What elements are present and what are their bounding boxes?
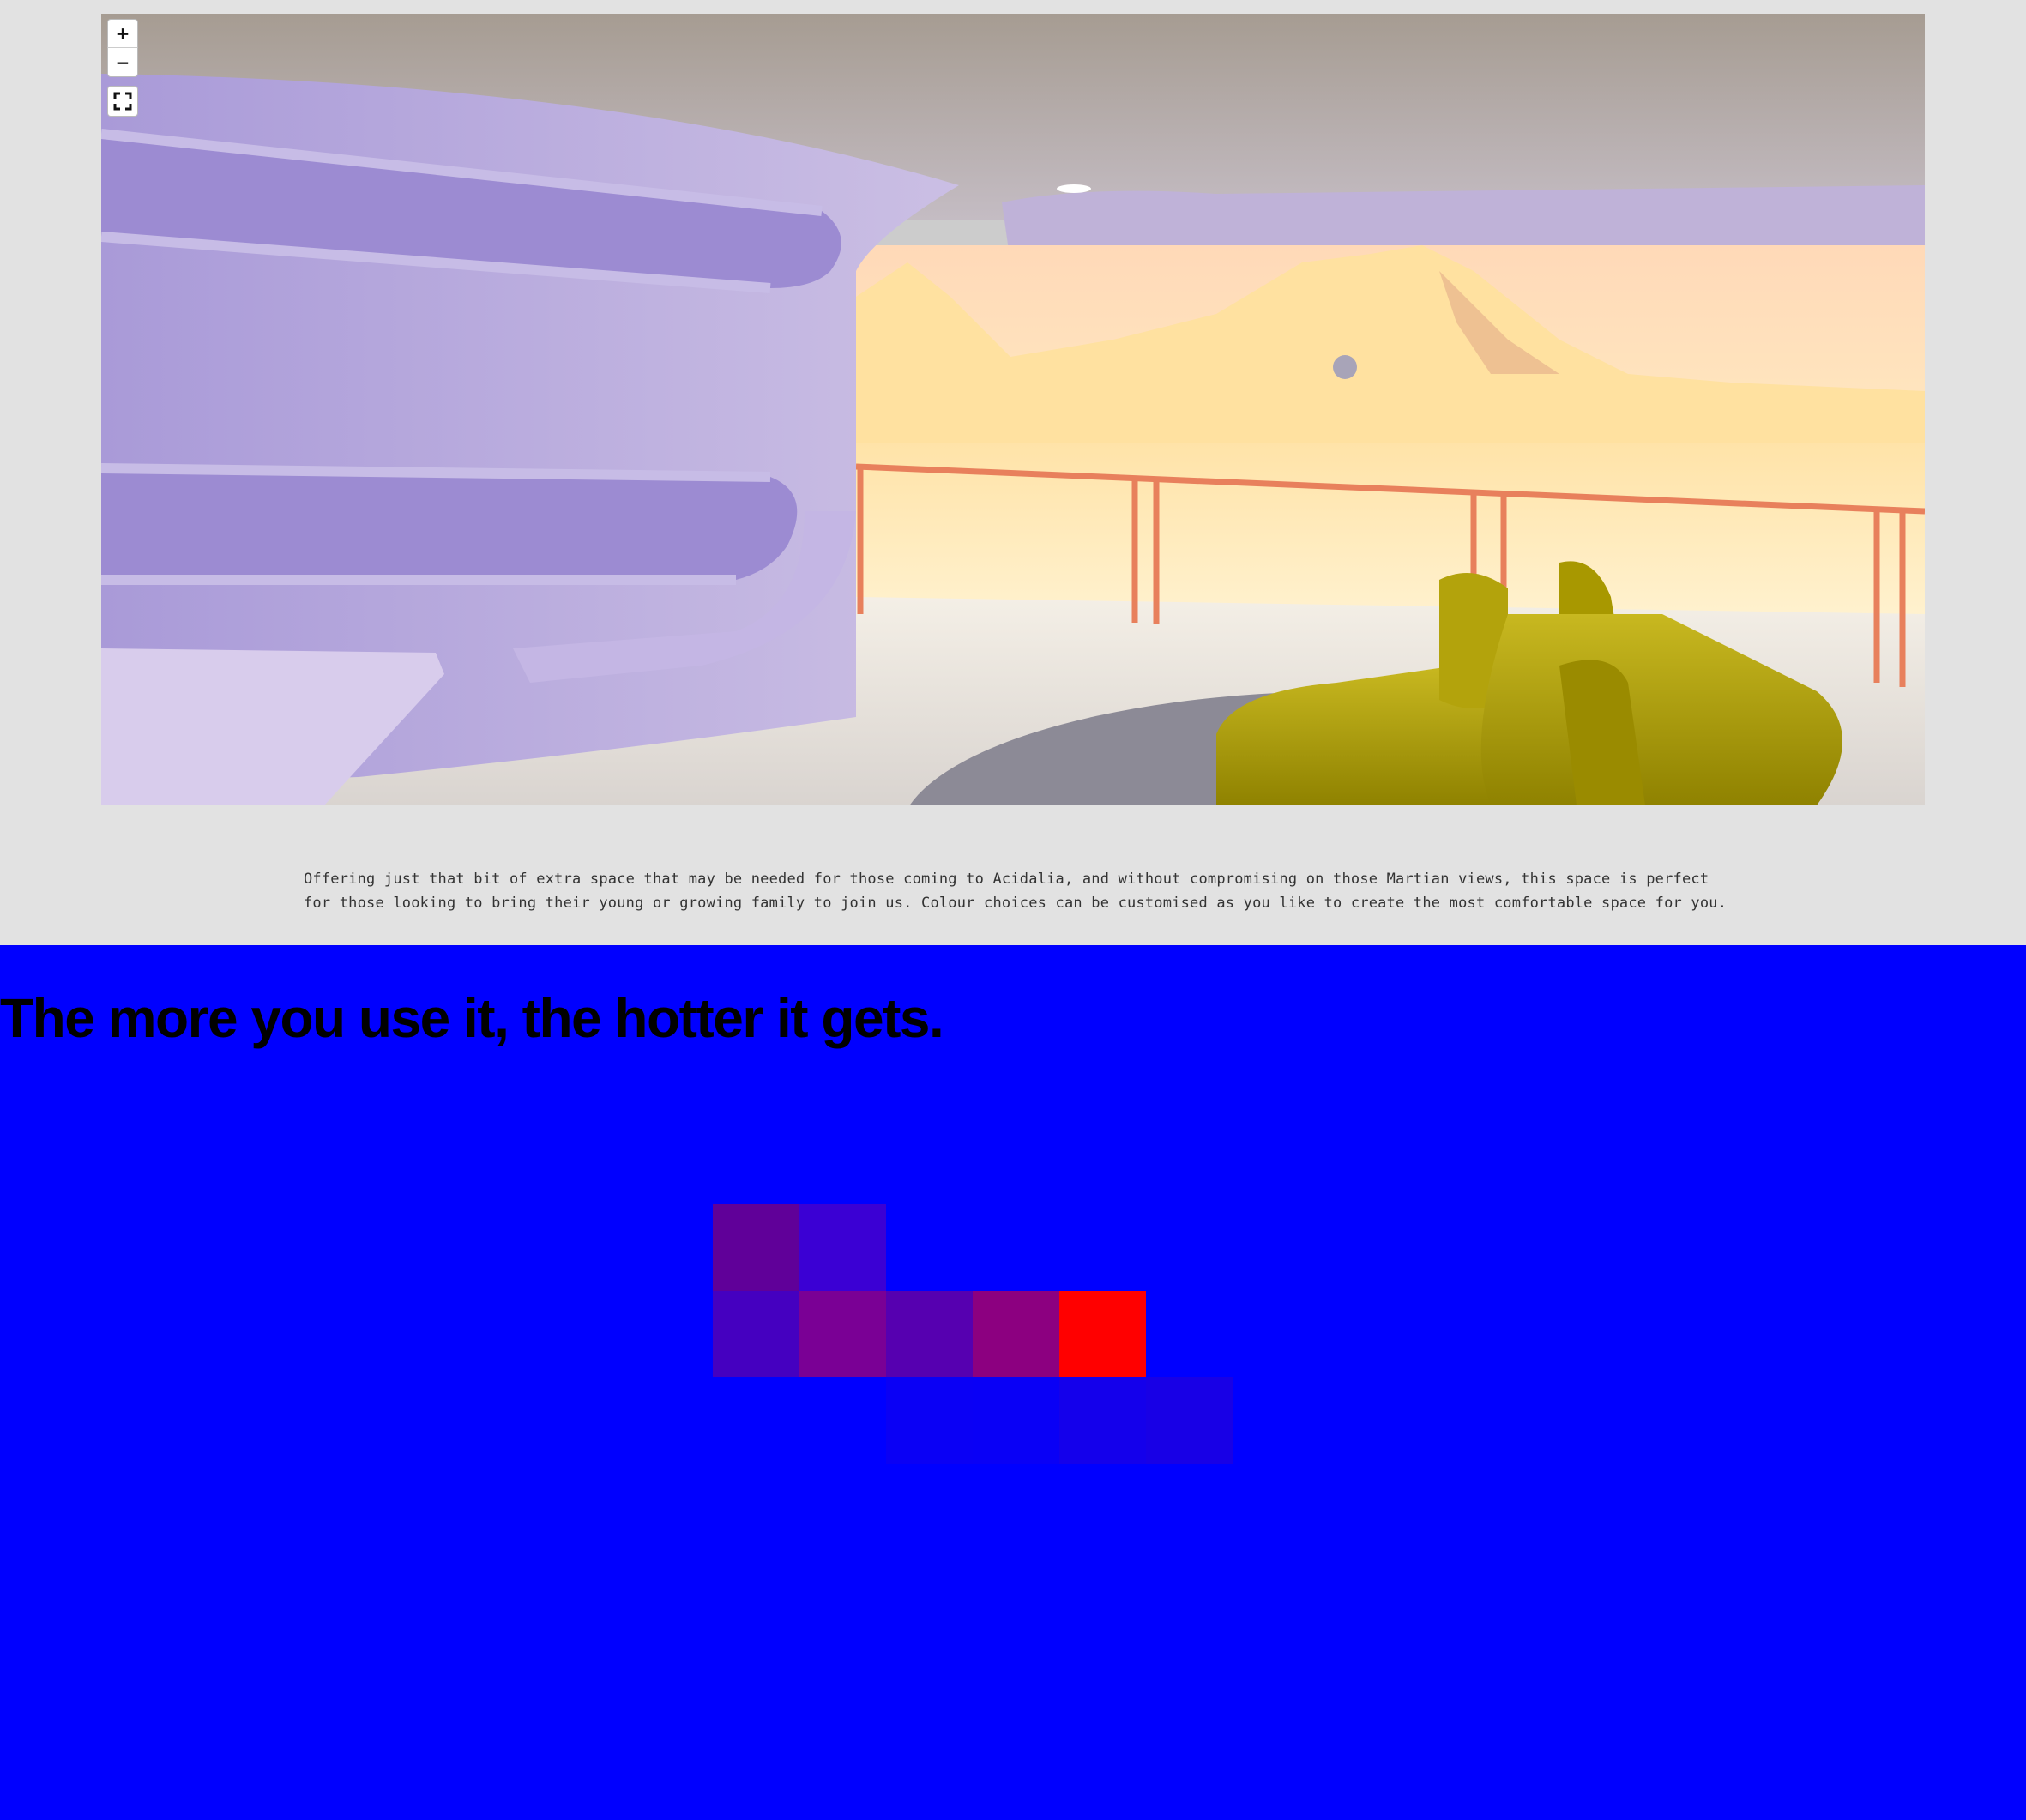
heatmap-cell: [973, 1377, 1059, 1464]
heatmap-cell: [713, 1204, 799, 1291]
fullscreen-button[interactable]: [107, 86, 138, 117]
heatmap-cell: [973, 1291, 1059, 1377]
heatmap-cell: [1146, 1377, 1233, 1464]
viewer-controls: + −: [107, 19, 138, 117]
heatmap-cell: [1059, 1291, 1146, 1377]
listing-description: Offering just that bit of extra space th…: [304, 871, 1728, 912]
heatmap-cell: [799, 1204, 886, 1291]
heatmap-cell: [886, 1377, 973, 1464]
heatmap-heading: The more you use it, the hotter it gets.: [0, 987, 944, 1049]
fullscreen-icon: [113, 92, 132, 111]
panorama-image[interactable]: [101, 14, 1925, 805]
heatmap-cell: [1059, 1377, 1146, 1464]
heatmap-cell: [799, 1291, 886, 1377]
zoom-out-button[interactable]: −: [107, 48, 138, 77]
heatmap-cell: [713, 1291, 799, 1377]
heatmap-cell: [886, 1291, 973, 1377]
zoom-in-button[interactable]: +: [107, 19, 138, 48]
listing-section: + − Offering just that bit of extra spac…: [0, 0, 2026, 945]
panorama-viewer[interactable]: + −: [101, 14, 1925, 805]
